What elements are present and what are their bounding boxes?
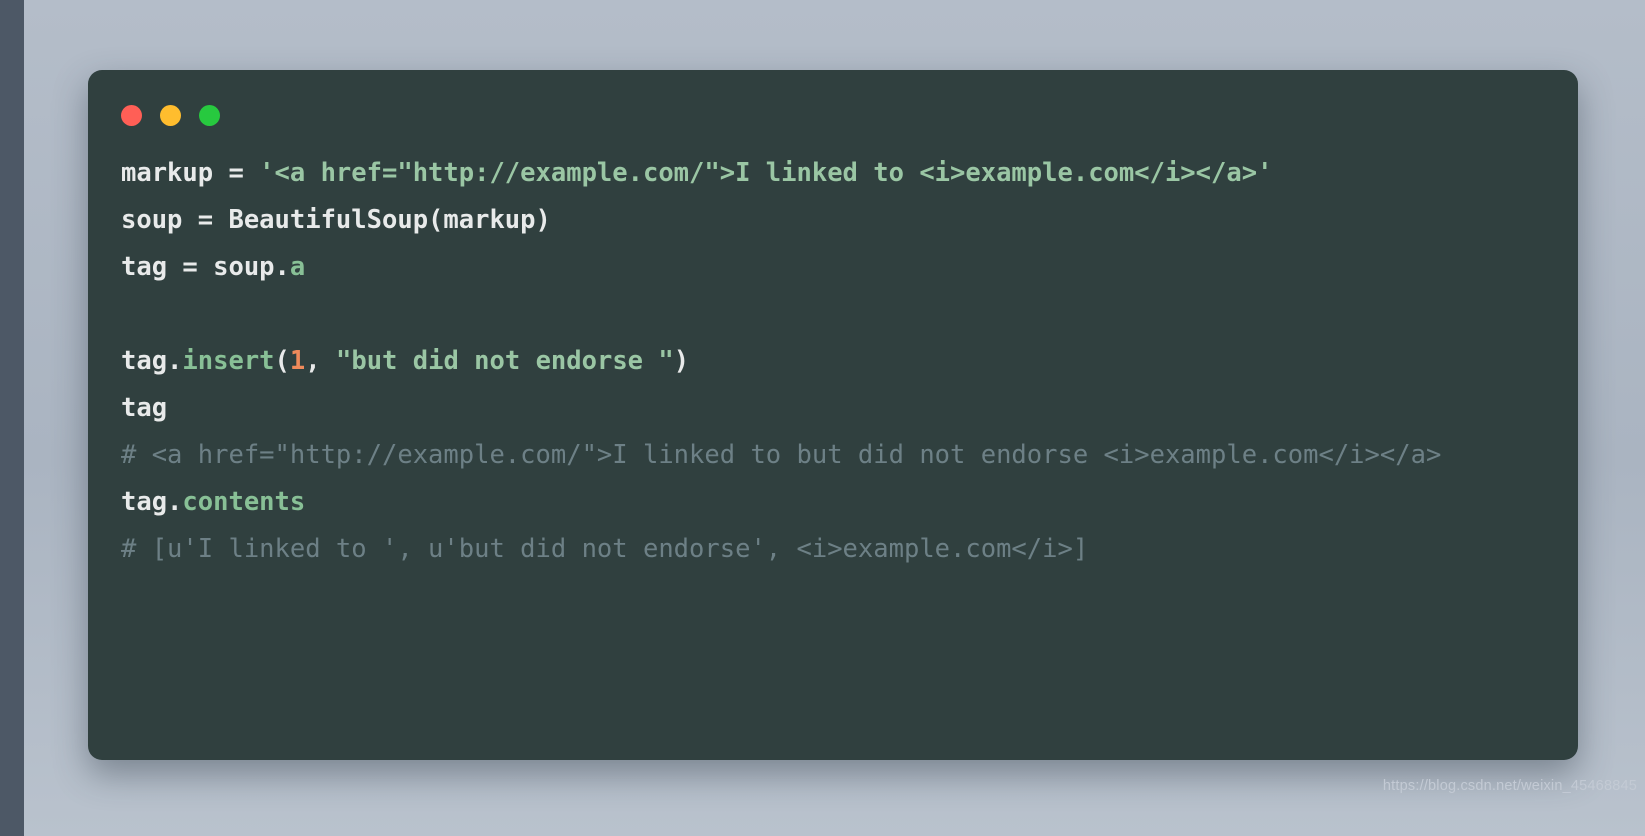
window-traffic-lights — [121, 105, 220, 126]
watermark-url: https://blog.csdn.net/weixin_45468845 — [1382, 778, 1637, 794]
code-token-plain: tag = soup. — [121, 252, 290, 282]
code-token-comment: # [u'I linked to ', u'but did not endors… — [121, 534, 1089, 564]
code-token-attribute: insert — [182, 346, 275, 376]
code-line: # <a href="http://example.com/">I linked… — [121, 432, 1554, 479]
code-token-string: '<a href="http://example.com/">I linked … — [259, 158, 1273, 188]
code-line: tag — [121, 385, 1554, 432]
code-block[interactable]: markup = '<a href="http://example.com/">… — [121, 150, 1554, 740]
left-edge-strip — [0, 0, 24, 836]
code-line: soup = BeautifulSoup(markup) — [121, 197, 1554, 244]
code-token-plain: tag — [121, 393, 168, 423]
code-line: tag = soup.a — [121, 244, 1554, 291]
code-token-plain: ( — [274, 346, 290, 376]
minimize-window-icon[interactable] — [160, 105, 181, 126]
code-window-card: markup = '<a href="http://example.com/">… — [88, 70, 1578, 760]
code-token-plain: , — [305, 346, 336, 376]
code-line: markup = '<a href="http://example.com/">… — [121, 150, 1554, 197]
code-token-plain: ) — [673, 346, 690, 376]
code-token-comment: # <a href="http://example.com/">I linked… — [121, 440, 1442, 470]
code-token-attribute: a — [289, 252, 306, 282]
code-token-attribute: contents — [182, 487, 306, 517]
code-token-plain: markup = — [121, 158, 260, 188]
code-token-number: 1 — [289, 346, 306, 376]
code-token-plain: tag. — [121, 346, 183, 376]
code-line: tag.insert(1, "but did not endorse ") — [121, 338, 1554, 385]
close-window-icon[interactable] — [121, 105, 142, 126]
code-token-string: "but did not endorse " — [335, 346, 674, 376]
code-line: # [u'I linked to ', u'but did not endors… — [121, 526, 1554, 573]
code-token-plain: soup = BeautifulSoup(markup) — [121, 205, 551, 235]
maximize-window-icon[interactable] — [199, 105, 220, 126]
code-line: tag.contents — [121, 479, 1554, 526]
code-token-plain: tag. — [121, 487, 183, 517]
